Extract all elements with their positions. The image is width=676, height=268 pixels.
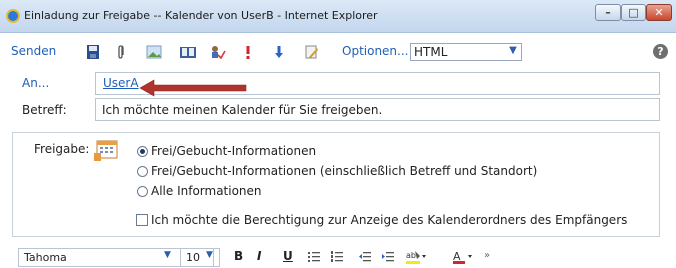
radio-selected-dot — [140, 149, 145, 154]
close-button[interactable]: ✕ — [646, 4, 672, 21]
minimize-icon: – — [605, 6, 611, 19]
increase-indent-icon[interactable] — [381, 250, 395, 264]
maximize-button[interactable]: □ — [621, 4, 646, 21]
high-importance-icon[interactable] — [244, 44, 252, 60]
radio-free-busy-details[interactable] — [137, 166, 148, 177]
subject-value[interactable]: Ich möchte meinen Kalender für Sie freig… — [102, 103, 382, 117]
help-icon[interactable]: ? — [653, 44, 668, 59]
subject-label: Betreff: — [22, 103, 67, 117]
bullet-list-icon[interactable] — [307, 250, 321, 264]
option-all-information: Alle Informationen — [151, 184, 262, 198]
close-icon: ✕ — [654, 6, 664, 19]
font-color-icon[interactable]: A — [452, 249, 474, 265]
minimize-button[interactable]: – — [595, 4, 621, 21]
request-permission-checkbox[interactable] — [136, 214, 148, 226]
numbered-list-icon[interactable] — [330, 250, 344, 264]
address-book-icon[interactable] — [179, 44, 197, 60]
attach-icon[interactable] — [116, 44, 126, 60]
decrease-indent-icon[interactable] — [358, 250, 372, 264]
highlight-icon[interactable]: ab — [405, 249, 427, 265]
toolbar — [0, 33, 676, 71]
options-button[interactable]: Optionen... — [342, 44, 408, 58]
bold-button[interactable]: B — [234, 249, 243, 263]
annotation-arrow-icon — [139, 79, 247, 97]
message-format-value: HTML — [414, 45, 448, 59]
send-button[interactable]: Senden — [11, 44, 56, 58]
underline-button[interactable]: U — [283, 249, 293, 263]
insert-picture-icon[interactable] — [146, 44, 162, 60]
sharing-label: Freigabe: — [34, 142, 90, 156]
font-value: Tahoma — [24, 251, 67, 264]
chevron-down-icon[interactable]: ▼ — [505, 43, 521, 59]
low-importance-icon[interactable] — [274, 44, 284, 60]
recipient-name[interactable]: UserA — [103, 76, 139, 90]
internet-explorer-icon — [6, 9, 20, 23]
more-options-chevron-icon[interactable]: » — [484, 250, 490, 261]
radio-free-busy[interactable] — [137, 146, 148, 157]
option-free-busy-details: Frei/Gebucht-Informationen (einschließli… — [151, 164, 538, 178]
save-icon[interactable] — [86, 44, 100, 60]
font-size-value: 10 — [186, 251, 200, 264]
check-names-icon[interactable] — [210, 44, 226, 60]
option-free-busy: Frei/Gebucht-Informationen — [151, 144, 317, 158]
font-chevron-down-icon[interactable]: ▼ — [164, 250, 171, 260]
radio-all-information[interactable] — [137, 186, 148, 197]
to-button[interactable]: An... — [22, 76, 49, 90]
svg-text:ab: ab — [406, 251, 416, 260]
request-permission-label: Ich möchte die Berechtigung zur Anzeige … — [151, 213, 628, 227]
calendar-icon — [94, 140, 118, 161]
italic-button[interactable]: I — [257, 249, 261, 263]
window-title: Einladung zur Freigabe -- Kalender von U… — [24, 9, 378, 22]
maximize-icon: □ — [628, 6, 639, 19]
size-chevron-down-icon[interactable]: ▼ — [206, 250, 213, 260]
signature-icon[interactable] — [304, 44, 320, 60]
